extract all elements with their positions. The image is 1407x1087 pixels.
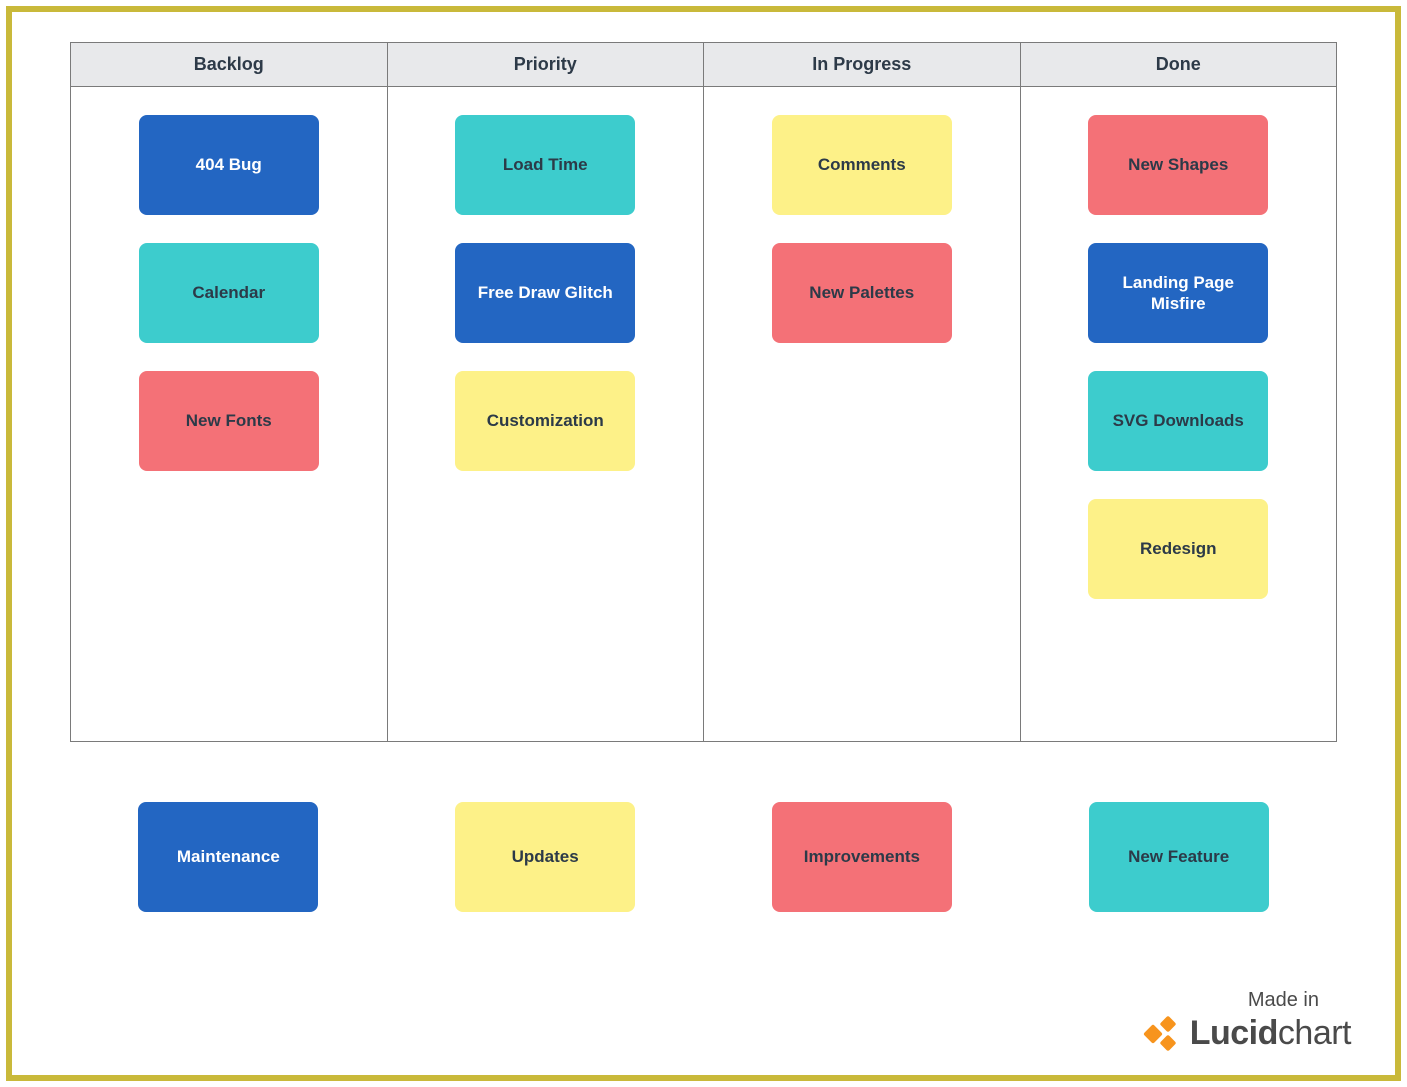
- card-new-fonts[interactable]: New Fonts: [139, 371, 319, 471]
- card-new-shapes[interactable]: New Shapes: [1088, 115, 1268, 215]
- column-body[interactable]: Load Time Free Draw Glitch Customization: [388, 87, 704, 741]
- column-body[interactable]: Comments New Palettes: [704, 87, 1020, 741]
- kanban-board: Backlog 404 Bug Calendar New Fonts Prior…: [70, 42, 1337, 742]
- legend-new-feature[interactable]: New Feature: [1089, 802, 1269, 912]
- column-backlog[interactable]: Backlog 404 Bug Calendar New Fonts: [70, 42, 387, 742]
- card-comments[interactable]: Comments: [772, 115, 952, 215]
- card-landing-page-misfire[interactable]: Landing Page Misfire: [1088, 243, 1268, 343]
- lucidchart-logo-text: Lucidchart: [1190, 1014, 1351, 1053]
- legend-improvements[interactable]: Improvements: [772, 802, 952, 912]
- column-body[interactable]: New Shapes Landing Page Misfire SVG Down…: [1021, 87, 1337, 741]
- card-404-bug[interactable]: 404 Bug: [139, 115, 319, 215]
- column-body[interactable]: 404 Bug Calendar New Fonts: [71, 87, 387, 741]
- lucidchart-logo: Lucidchart: [1144, 1014, 1351, 1053]
- canvas-frame: Backlog 404 Bug Calendar New Fonts Prior…: [6, 6, 1401, 1081]
- card-free-draw-glitch[interactable]: Free Draw Glitch: [455, 243, 635, 343]
- column-priority[interactable]: Priority Load Time Free Draw Glitch Cust…: [387, 42, 704, 742]
- column-in-progress[interactable]: In Progress Comments New Palettes: [703, 42, 1020, 742]
- card-calendar[interactable]: Calendar: [139, 243, 319, 343]
- column-header: Done: [1021, 43, 1337, 87]
- column-header: Priority: [388, 43, 704, 87]
- card-customization[interactable]: Customization: [455, 371, 635, 471]
- card-svg-downloads[interactable]: SVG Downloads: [1088, 371, 1268, 471]
- card-load-time[interactable]: Load Time: [455, 115, 635, 215]
- column-header: In Progress: [704, 43, 1020, 87]
- branding: Made in Lucidchart: [1144, 989, 1351, 1053]
- card-redesign[interactable]: Redesign: [1088, 499, 1268, 599]
- legend-maintenance[interactable]: Maintenance: [138, 802, 318, 912]
- legend-updates[interactable]: Updates: [455, 802, 635, 912]
- column-done[interactable]: Done New Shapes Landing Page Misfire SVG…: [1020, 42, 1338, 742]
- lucidchart-logo-icon: [1144, 1016, 1180, 1052]
- made-in-text: Made in: [1144, 989, 1351, 1012]
- legend-row: Maintenance Updates Improvements New Fea…: [70, 802, 1337, 912]
- card-new-palettes[interactable]: New Palettes: [772, 243, 952, 343]
- column-header: Backlog: [71, 43, 387, 87]
